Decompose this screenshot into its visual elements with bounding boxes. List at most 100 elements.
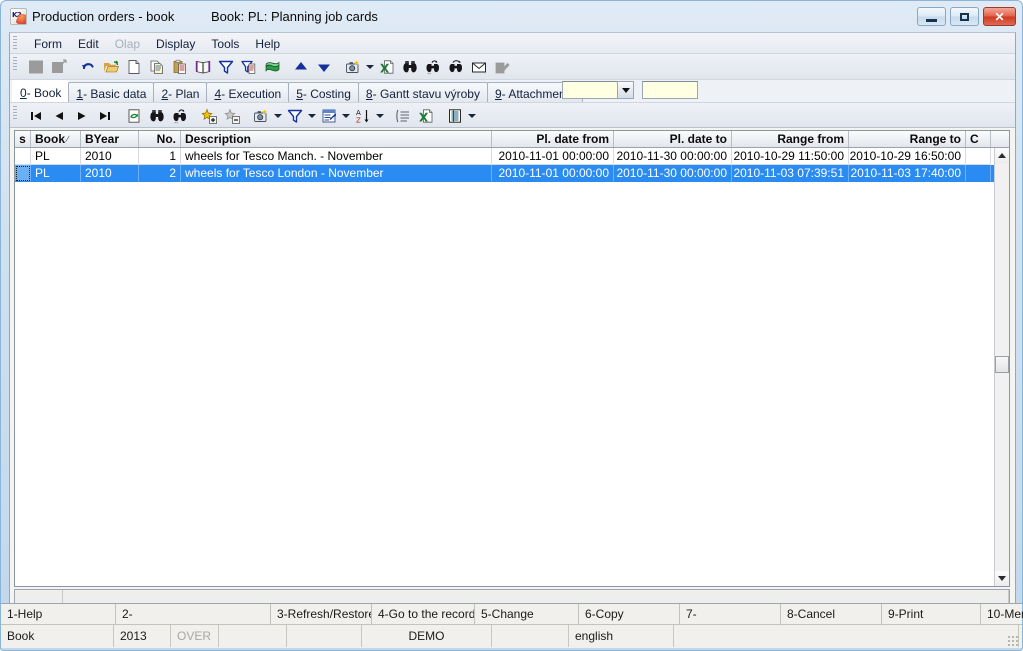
copy-button[interactable] xyxy=(145,56,168,78)
tab-4[interactable]: 4 - Execution xyxy=(206,82,290,102)
previous-record-button[interactable] xyxy=(47,105,70,127)
move-up-button[interactable] xyxy=(289,56,312,78)
table-cell[interactable]: 2010-11-03 17:40:00 xyxy=(849,165,966,182)
minimize-button[interactable] xyxy=(917,7,946,26)
tab-1[interactable]: 1 - Basic data xyxy=(68,82,155,102)
chevron-down-icon[interactable] xyxy=(340,105,351,127)
table-cell[interactable] xyxy=(15,148,31,165)
chevron-down-icon[interactable] xyxy=(617,81,634,99)
table-row[interactable]: PL 2010 1 wheels for Tesco Manch. - Novembe… xyxy=(15,148,995,165)
function-key-9[interactable]: 9-Print xyxy=(882,604,981,625)
record-toolbar-grip[interactable] xyxy=(13,106,17,121)
table-cell[interactable]: 2010-11-01 00:00:00 xyxy=(492,165,614,182)
chevron-down-icon[interactable] xyxy=(306,105,317,127)
search-button[interactable] xyxy=(145,105,168,127)
excel-export-button[interactable] xyxy=(414,105,437,127)
last-record-button[interactable] xyxy=(93,105,116,127)
table-cell[interactable]: 2010-10-29 11:50:00 xyxy=(732,148,849,165)
add-record-button[interactable] xyxy=(197,105,220,127)
columns-button[interactable] xyxy=(443,105,466,127)
grid-vertical-scrollbar[interactable] xyxy=(994,148,1009,586)
table-cell[interactable]: 2010-10-29 16:50:00 xyxy=(849,148,966,165)
maximize-button[interactable] xyxy=(950,7,979,26)
function-key-8[interactable]: 8-Cancel xyxy=(781,604,882,625)
delete-record-button[interactable] xyxy=(220,105,243,127)
tab-2[interactable]: 2 - Plan xyxy=(153,82,208,102)
column-header-no-[interactable]: No. xyxy=(139,131,181,147)
function-key-4[interactable]: 4-Go to the record xyxy=(372,604,475,625)
table-cell[interactable]: 2010-11-30 00:00:00 xyxy=(614,148,732,165)
function-key-7[interactable]: 7- xyxy=(680,604,781,625)
refresh-button[interactable] xyxy=(122,105,145,127)
table-row[interactable]: PL 2010 2 wheels for Tesco London - Novembe… xyxy=(15,165,995,182)
open-button[interactable] xyxy=(99,56,122,78)
table-cell[interactable]: PL xyxy=(31,148,81,165)
print-button[interactable] xyxy=(260,56,283,78)
first-record-button[interactable] xyxy=(24,105,47,127)
tab-5[interactable]: 5 - Costing xyxy=(288,82,359,102)
column-header-range-to[interactable]: Range to xyxy=(849,131,966,147)
find-button[interactable] xyxy=(398,56,421,78)
close-button[interactable]: ✕ xyxy=(983,7,1016,26)
tab-0[interactable]: 0 - Book xyxy=(12,80,70,102)
function-key-3[interactable]: 3-Refresh/Restore xyxy=(271,604,372,625)
function-key-1[interactable]: 1-Help xyxy=(1,604,116,625)
filter-button[interactable] xyxy=(283,105,306,127)
chevron-down-icon[interactable] xyxy=(374,105,385,127)
table-cell[interactable] xyxy=(966,148,991,165)
paste-button[interactable] xyxy=(168,56,191,78)
menu-item-form[interactable]: Form xyxy=(26,35,70,53)
filter-input-1[interactable] xyxy=(562,81,618,99)
table-cell[interactable] xyxy=(15,165,31,182)
column-header-pl-date-to[interactable]: Pl. date to xyxy=(614,131,732,147)
table-cell[interactable]: 1 xyxy=(139,148,181,165)
table-cell[interactable] xyxy=(966,165,991,182)
resize-grip[interactable] xyxy=(1007,635,1019,647)
function-key-5[interactable]: 5-Change xyxy=(475,604,579,625)
tab-8[interactable]: 8 - Gantt stavu výroby xyxy=(357,82,488,102)
table-cell[interactable]: 2010 xyxy=(81,165,139,182)
table-cell[interactable]: 2 xyxy=(139,165,181,182)
menu-item-display[interactable]: Display xyxy=(148,35,203,53)
column-header-byear[interactable]: BYear xyxy=(81,131,139,147)
advanced-filter-button[interactable] xyxy=(317,105,340,127)
filter-input-2[interactable] xyxy=(642,81,698,99)
column-header-s[interactable]: s xyxy=(15,131,31,147)
book-button[interactable] xyxy=(191,56,214,78)
column-header-description[interactable]: Description xyxy=(181,131,492,147)
mail-button[interactable] xyxy=(467,56,490,78)
table-cell[interactable]: 2010-11-30 00:00:00 xyxy=(614,165,732,182)
table-cell[interactable]: 2010 xyxy=(81,148,139,165)
group-list-button[interactable] xyxy=(391,105,414,127)
function-key-6[interactable]: 6-Copy xyxy=(579,604,680,625)
filter-document-button[interactable] xyxy=(237,56,260,78)
excel-export-button[interactable] xyxy=(375,56,398,78)
menu-item-help[interactable]: Help xyxy=(247,35,288,53)
column-header-c[interactable]: C xyxy=(966,131,991,147)
scroll-up-icon[interactable] xyxy=(995,148,1009,163)
column-header-pl-date-from[interactable]: Pl. date from xyxy=(492,131,614,147)
column-header-book[interactable]: Book ∕ xyxy=(31,131,81,147)
table-cell[interactable]: 2010-11-03 07:39:51 xyxy=(732,165,849,182)
function-key-10[interactable]: 10-Menu xyxy=(981,604,1023,625)
find-next-button[interactable] xyxy=(421,56,444,78)
snapshot-button[interactable] xyxy=(249,105,272,127)
scrollbar-thumb[interactable] xyxy=(995,356,1009,373)
snapshot-button[interactable] xyxy=(341,56,364,78)
sort-button[interactable]: A Z xyxy=(351,105,374,127)
move-down-button[interactable] xyxy=(312,56,335,78)
search-next-button[interactable] xyxy=(168,105,191,127)
undo-button[interactable] xyxy=(76,56,99,78)
column-header-range-from[interactable]: Range from xyxy=(732,131,849,147)
chevron-down-icon[interactable] xyxy=(364,56,375,78)
table-cell[interactable]: wheels for Tesco London - November xyxy=(181,165,492,182)
chevron-down-icon[interactable] xyxy=(272,105,283,127)
menu-item-tools[interactable]: Tools xyxy=(203,35,247,53)
new-button[interactable] xyxy=(122,56,145,78)
menu-grip[interactable] xyxy=(13,36,17,51)
menu-item-edit[interactable]: Edit xyxy=(70,35,107,53)
find-all-button[interactable] xyxy=(444,56,467,78)
filter-button[interactable] xyxy=(214,56,237,78)
toolbar-grip[interactable] xyxy=(13,57,17,72)
table-cell[interactable]: wheels for Tesco Manch. - November xyxy=(181,148,492,165)
